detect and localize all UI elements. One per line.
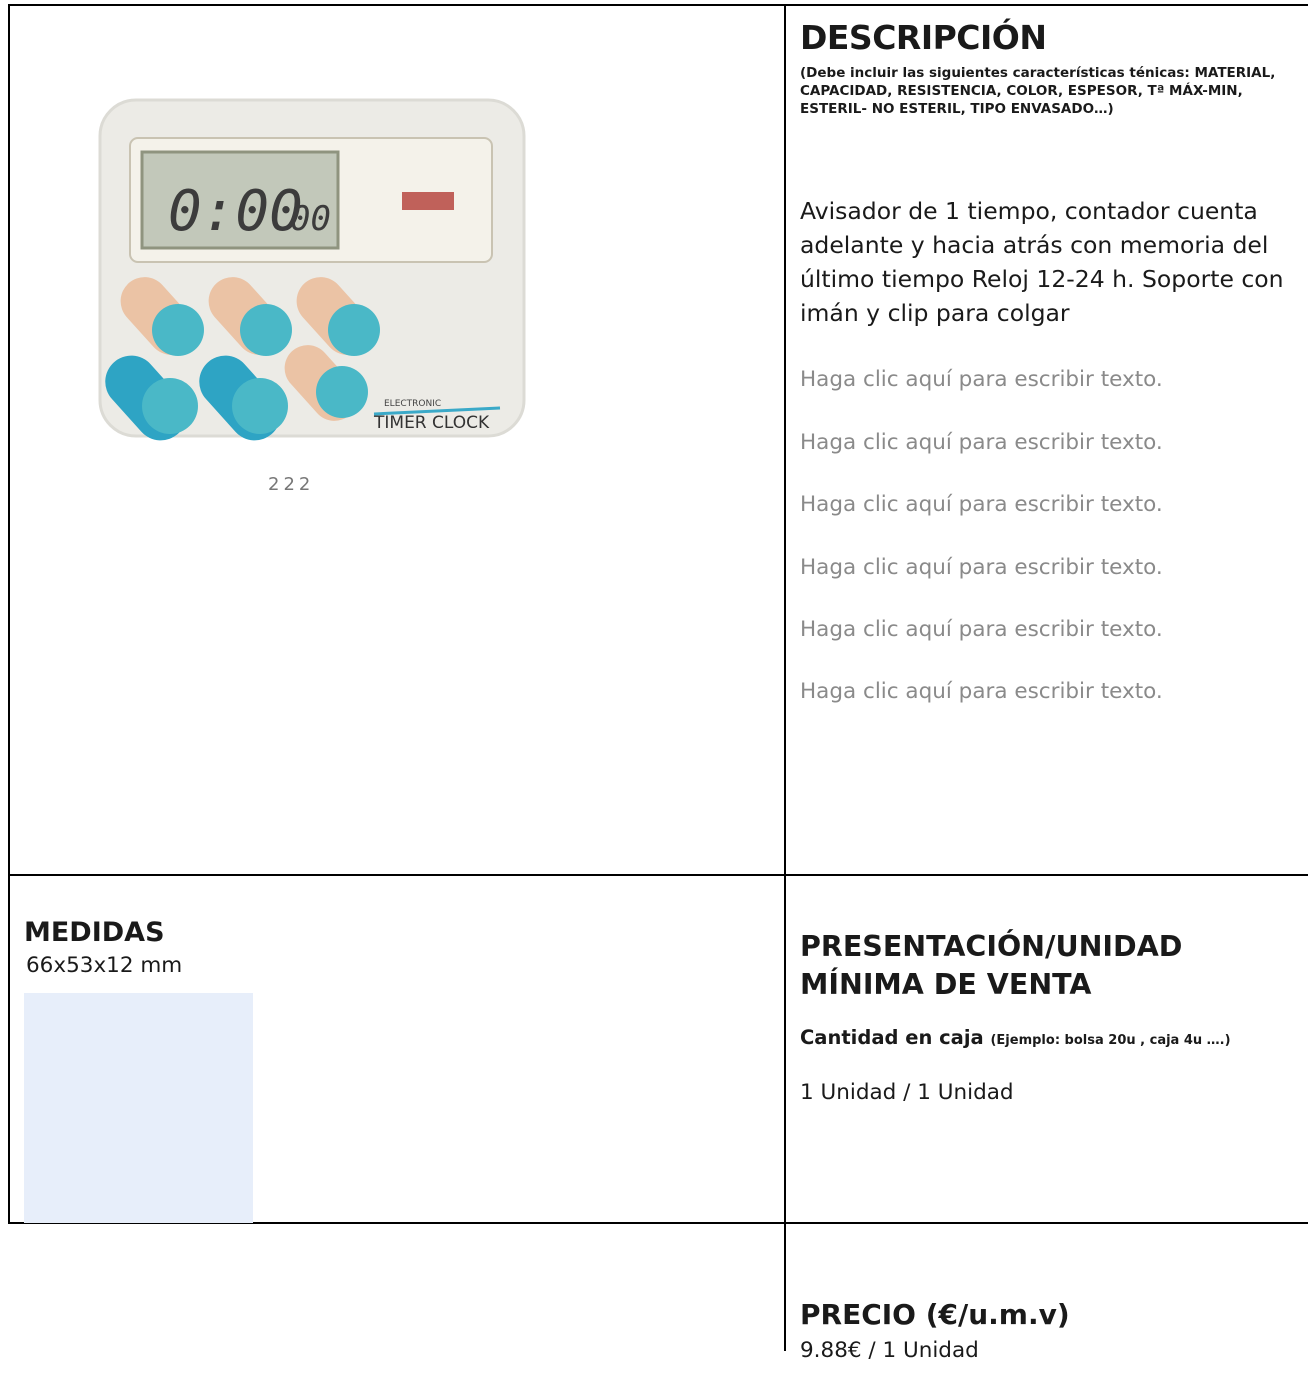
- timer-brand-large: TIMER CLOCK: [373, 413, 490, 433]
- placeholder-text-3[interactable]: Haga clic aquí para escribir texto.: [800, 492, 1163, 517]
- placeholder-text-6[interactable]: Haga clic aquí para escribir texto.: [800, 679, 1163, 704]
- timer-display-digits: 0:00: [168, 179, 303, 244]
- timer-brand-small: ELECTRONIC: [384, 399, 441, 409]
- description-body[interactable]: Avisador de 1 tiempo, contador cuenta ad…: [800, 194, 1305, 330]
- product-image-timer: 0:00 00 ELECTRONIC TIMER CLOCK 222: [92, 94, 592, 508]
- placeholder-text-2[interactable]: Haga clic aquí para escribir texto.: [800, 430, 1163, 455]
- placeholder-text-4[interactable]: Haga clic aquí para escribir texto.: [800, 555, 1163, 580]
- description-title: DESCRIPCIÓN: [800, 18, 1047, 57]
- presentacion-title: PRESENTACIÓN/UNIDAD MÍNIMA DE VENTA: [800, 930, 1183, 1001]
- description-hint: (Debe incluir las siguientes característ…: [800, 65, 1276, 117]
- precio-title: PRECIO (€/u.m.v): [800, 1298, 1070, 1331]
- presentacion-subtitle-hint: (Ejemplo: bolsa 20u , caja 4u ….): [990, 1033, 1231, 1048]
- table-border-top: [8, 4, 1308, 6]
- presentacion-subtitle-main: Cantidad en caja: [800, 1026, 984, 1049]
- presentacion-subtitle: Cantidad en caja (Ejemplo: bolsa 20u , c…: [800, 1026, 1231, 1049]
- image-caption: 222: [268, 474, 314, 495]
- placeholder-text-5[interactable]: Haga clic aquí para escribir texto.: [800, 617, 1163, 642]
- table-border-left: [8, 4, 10, 1224]
- presentacion-value[interactable]: 1 Unidad / 1 Unidad: [800, 1080, 1014, 1105]
- precio-value[interactable]: 9.88€ / 1 Unidad: [800, 1338, 979, 1363]
- placeholder-text-1[interactable]: Haga clic aquí para escribir texto.: [800, 367, 1163, 392]
- medidas-title: MEDIDAS: [24, 917, 165, 948]
- table-divider-row-1: [8, 874, 1308, 876]
- svg-text:00: 00: [290, 199, 331, 239]
- medidas-value[interactable]: 66x53x12 mm: [26, 953, 182, 978]
- medidas-image-placeholder[interactable]: [24, 993, 253, 1223]
- table-divider-vertical: [784, 4, 786, 1351]
